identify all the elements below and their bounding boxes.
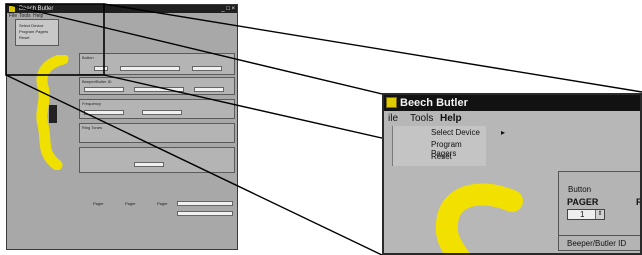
divider bbox=[558, 235, 640, 236]
menu-help[interactable]: Help bbox=[440, 112, 462, 126]
menu-bar: ile Tools Help bbox=[384, 112, 640, 126]
spin-arrows-icon[interactable]: ⇕ bbox=[595, 210, 604, 219]
window-title: Beech Butler bbox=[400, 97, 468, 109]
menu-tools[interactable]: Tools bbox=[410, 112, 433, 126]
stepper-value: 1 bbox=[580, 210, 585, 219]
app-logo-icon bbox=[386, 97, 397, 108]
title-bar: Beech Butler bbox=[384, 95, 640, 111]
tools-dropdown: Select Device ▸ Program Pagers Reset bbox=[392, 126, 505, 166]
r-label: R bbox=[636, 197, 642, 207]
menu-file[interactable]: ile bbox=[388, 112, 398, 126]
menu-item-select-device[interactable]: Select Device bbox=[431, 128, 480, 137]
pager-number-stepper[interactable]: 1 ⇕ bbox=[567, 209, 605, 220]
brand-logo-icon bbox=[435, 183, 523, 253]
beeper-id-label: Beeper/Butler ID bbox=[567, 239, 627, 248]
button-group-label: Button bbox=[568, 185, 592, 194]
app-window-magnified: Beech Butler ile Tools Help Select Devic… bbox=[382, 93, 642, 255]
menu-item-reset[interactable]: Reset bbox=[431, 152, 452, 161]
submenu-arrow-icon: ▸ bbox=[501, 128, 506, 137]
pager-label: PAGER bbox=[567, 197, 599, 207]
